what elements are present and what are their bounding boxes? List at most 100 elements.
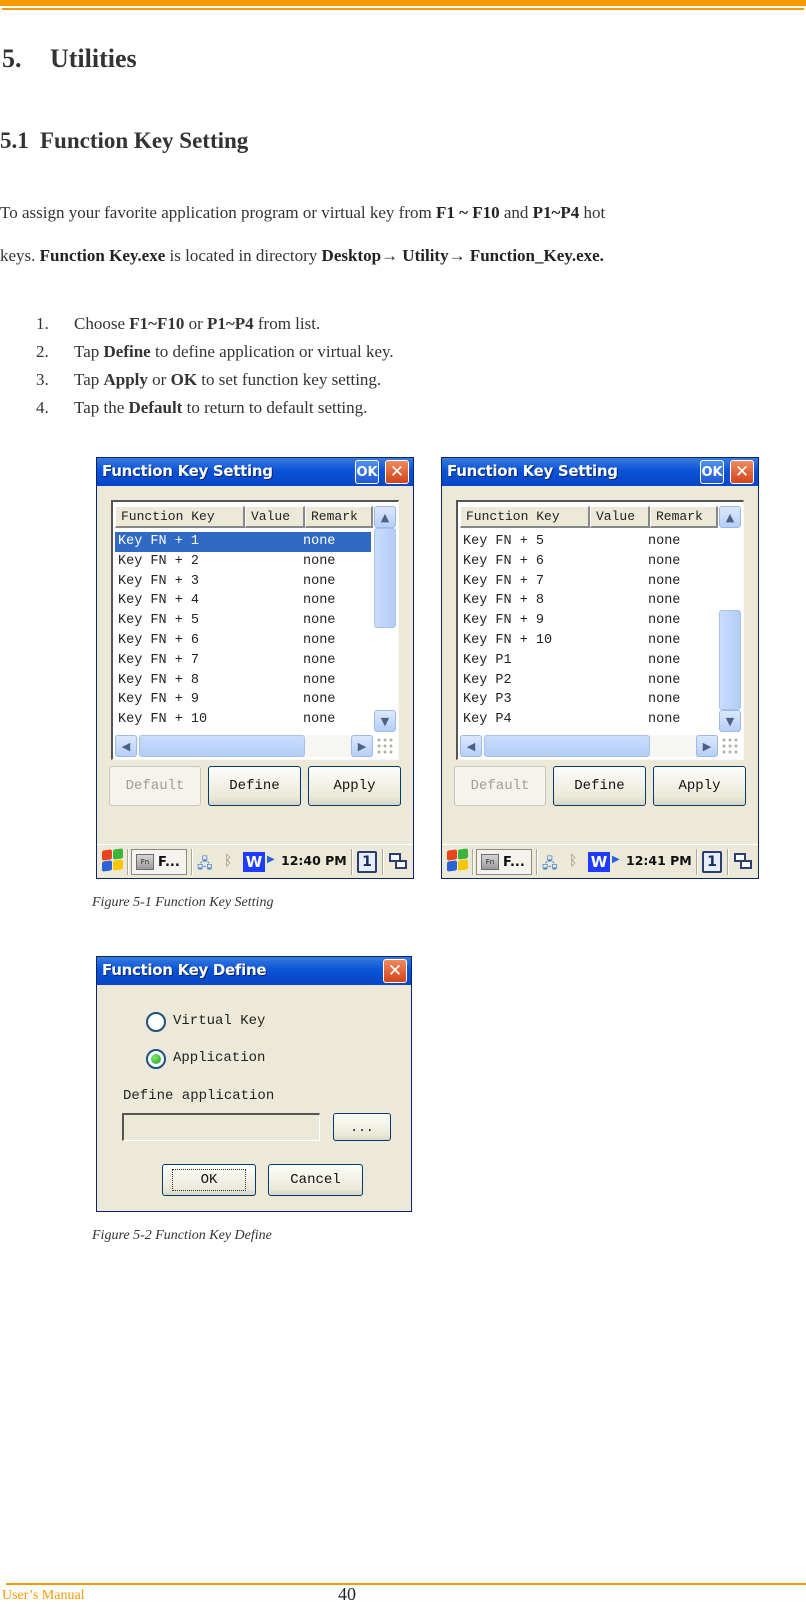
task-label: F... [503, 854, 525, 870]
application-radio[interactable] [146, 1049, 166, 1069]
tray-expand-icon[interactable]: ▶ [267, 854, 275, 872]
list-row[interactable]: Key FN + 9 none [115, 690, 371, 710]
apply-button[interactable]: Apply [653, 766, 746, 806]
vertical-scroll-thumb[interactable] [719, 610, 741, 710]
list-row[interactable]: Key FN + 2 none [115, 552, 371, 572]
list-row[interactable]: Key FN + 4 none [115, 591, 371, 611]
list-row[interactable]: Key FN + 3 none [115, 572, 371, 592]
browse-button[interactable]: ... [333, 1113, 391, 1141]
list-row[interactable]: Key FN + 6 none [460, 552, 716, 572]
horizontal-scroll-thumb[interactable] [484, 735, 650, 757]
steps-list: 1. Choose F1~F10 or P1~P4 from list. 2. Ta… [36, 314, 394, 426]
function-key-define-window: Function Key Define ✕ Virtual Key Applic… [96, 956, 412, 1212]
network-icon[interactable]: 🖧 [197, 853, 213, 872]
list-row[interactable]: Key FN + 8 none [460, 591, 716, 611]
scroll-right-icon[interactable]: ▶ [351, 735, 373, 757]
remark-cell: none [303, 553, 336, 569]
column-remark[interactable]: Remark [650, 506, 718, 528]
scroll-right-icon[interactable]: ▶ [696, 735, 718, 757]
column-value[interactable]: Value [245, 506, 305, 528]
column-function-key[interactable]: Function Key [460, 506, 590, 528]
ok-button[interactable]: OK [162, 1164, 256, 1196]
clock[interactable]: 12:41 PM [626, 853, 692, 868]
bluetooth-icon[interactable]: ᛒ [569, 853, 577, 871]
horizontal-scrollbar[interactable]: ◀ ▶ [460, 735, 718, 757]
scroll-up-icon[interactable]: ▲ [374, 506, 396, 528]
list-row[interactable]: Key P4 none [460, 710, 716, 730]
list-row[interactable]: Key FN + 5 none [460, 532, 716, 552]
w-app-icon[interactable]: W [588, 852, 610, 872]
fn-app-icon: Fn [136, 854, 154, 870]
page-number: 40 [338, 1584, 356, 1604]
column-function-key[interactable]: Function Key [115, 506, 245, 528]
list-row[interactable]: Key FN + 5 none [115, 611, 371, 631]
step-number: 1. [36, 314, 49, 333]
remark-cell: none [648, 553, 681, 569]
list-header: Function Key Value Remark [115, 506, 373, 528]
list-row[interactable]: Key P1 none [460, 651, 716, 671]
function-key-cell: Key P2 [463, 672, 512, 688]
list-row[interactable]: Key FN + 8 none [115, 671, 371, 691]
taskbar-task-button[interactable]: Fn F... [476, 849, 532, 875]
define-button[interactable]: Define [553, 766, 646, 806]
close-icon[interactable]: ✕ [730, 460, 754, 484]
network-icon[interactable]: 🖧 [542, 853, 558, 872]
horizontal-scrollbar[interactable]: ◀ ▶ [115, 735, 373, 757]
list-row[interactable]: Key FN + 10 none [115, 710, 371, 730]
list-row[interactable]: Key P3 none [460, 690, 716, 710]
virtual-key-radio[interactable] [146, 1012, 166, 1032]
function-key-cell: Key FN + 1 [118, 534, 200, 549]
default-button[interactable]: Default [109, 766, 201, 806]
title-bar: Function Key Define ✕ [97, 957, 411, 985]
step-text: Tap Apply or OK to set function key sett… [74, 370, 382, 389]
column-remark[interactable]: Remark [305, 506, 373, 528]
vertical-scrollbar[interactable]: ▲ ▼ [374, 506, 396, 732]
step-number: 2. [36, 342, 49, 361]
column-value[interactable]: Value [590, 506, 650, 528]
scroll-up-icon[interactable]: ▲ [719, 506, 741, 528]
tray-expand-icon[interactable]: ▶ [612, 854, 620, 872]
title-bar: Function Key Setting OK ✕ [442, 458, 758, 486]
function-key-list[interactable]: Function Key Value Remark Key FN + 5 none… [456, 500, 744, 760]
list-row[interactable]: Key FN + 7 none [460, 572, 716, 592]
ok-button[interactable]: OK [355, 460, 379, 484]
step-text: Tap Define to define application or virt… [74, 342, 394, 361]
windows-switch-icon[interactable] [734, 853, 754, 871]
list-row[interactable]: Key FN + 10 none [460, 631, 716, 651]
list-row[interactable]: Key FN + 9 none [460, 611, 716, 631]
list-row[interactable]: Key FN + 6 none [115, 631, 371, 651]
start-icon[interactable] [101, 848, 125, 873]
vertical-scroll-thumb[interactable] [374, 528, 396, 628]
desktop-number-icon[interactable]: 1 [702, 851, 722, 873]
ok-button[interactable]: OK [700, 460, 724, 484]
scroll-left-icon[interactable]: ◀ [460, 735, 482, 757]
scroll-down-icon[interactable]: ▼ [374, 710, 396, 732]
horizontal-scroll-thumb[interactable] [139, 735, 305, 757]
clock[interactable]: 12:40 PM [281, 853, 347, 868]
scroll-down-icon[interactable]: ▼ [719, 710, 741, 732]
footer-rule [6, 1583, 806, 1585]
cancel-button[interactable]: Cancel [268, 1164, 363, 1196]
list-row[interactable]: Key FN + 1 none [115, 532, 371, 552]
list-row[interactable]: Key FN + 7 none [115, 651, 371, 671]
list-row[interactable]: Key P2 none [460, 671, 716, 691]
define-application-label: Define application [123, 1088, 275, 1104]
bluetooth-icon[interactable]: ᛒ [224, 853, 232, 871]
application-path-input[interactable] [122, 1113, 320, 1141]
close-icon[interactable]: ✕ [383, 959, 407, 983]
taskbar-task-button[interactable]: Fn F... [131, 849, 187, 875]
scroll-left-icon[interactable]: ◀ [115, 735, 137, 757]
windows-switch-icon[interactable] [389, 853, 409, 871]
default-button[interactable]: Default [454, 766, 546, 806]
function-key-list[interactable]: Function Key Value Remark Key FN + 1 none… [111, 500, 399, 760]
virtual-key-label[interactable]: Virtual Key [173, 1013, 265, 1029]
start-icon[interactable] [446, 848, 470, 873]
w-app-icon[interactable]: W [243, 852, 265, 872]
close-icon[interactable]: ✕ [385, 460, 409, 484]
step-text: Choose F1~F10 or P1~P4 from list. [74, 314, 321, 333]
apply-button[interactable]: Apply [308, 766, 401, 806]
define-button[interactable]: Define [208, 766, 301, 806]
application-label[interactable]: Application [173, 1050, 265, 1066]
desktop-number-icon[interactable]: 1 [357, 851, 377, 873]
vertical-scrollbar[interactable]: ▲ ▼ [719, 506, 741, 732]
